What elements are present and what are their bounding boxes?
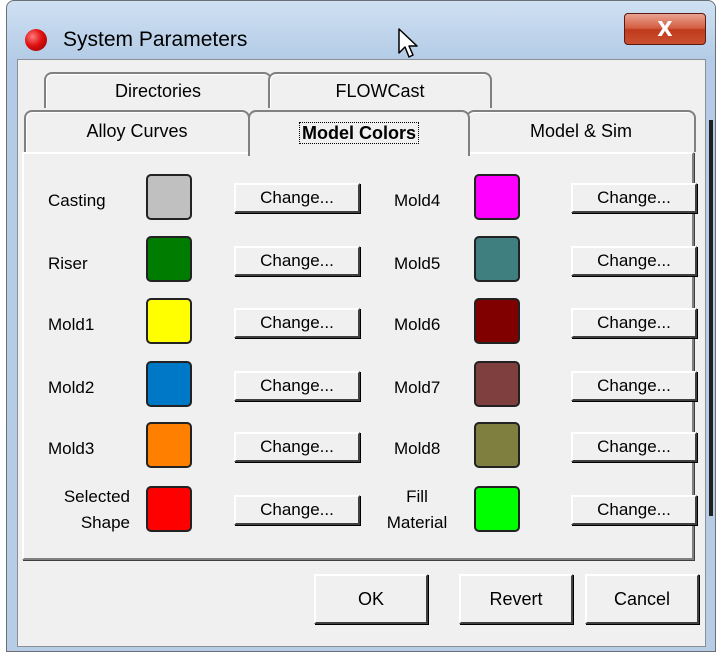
mold2-color-swatch <box>146 361 192 407</box>
selected-shape-color-swatch <box>146 486 192 532</box>
mold1-change-button[interactable]: Change... <box>234 308 360 338</box>
mold7-change-button[interactable]: Change... <box>571 371 697 401</box>
selected-shape-label-line2: Shape <box>80 513 130 532</box>
casting-label: Casting <box>48 191 106 210</box>
riser-change-button[interactable]: Change... <box>234 246 360 276</box>
mold8-color-swatch <box>474 422 520 468</box>
mold2-label: Mold2 <box>48 378 95 397</box>
tab-directories[interactable]: Directories <box>44 72 272 108</box>
mold4-change-button[interactable]: Change... <box>571 183 697 213</box>
close-button[interactable]: X <box>624 13 706 45</box>
mold3-color-swatch <box>146 422 192 468</box>
tab-label: Model Colors <box>298 122 419 144</box>
fill-material-label-line2: Material <box>386 513 448 532</box>
app-icon <box>25 29 47 51</box>
selected-shape-change-button[interactable]: Change... <box>234 495 360 525</box>
fill-material-color-swatch <box>474 486 520 532</box>
ok-button[interactable]: OK <box>314 574 428 624</box>
fill-material-label-line1: Fill <box>406 487 428 506</box>
selected-shape-label: Selected Shape <box>36 486 130 534</box>
mold8-change-button[interactable]: Change... <box>571 432 697 462</box>
tab-model-sim[interactable]: Model & Sim <box>466 110 696 152</box>
tab-edge-shadow <box>709 120 713 516</box>
mouse-cursor-icon <box>398 28 418 58</box>
mold5-change-button[interactable]: Change... <box>571 246 697 276</box>
mold2-change-button[interactable]: Change... <box>234 371 360 401</box>
mold7-color-swatch <box>474 361 520 407</box>
mold4-label: Mold4 <box>394 191 441 210</box>
fill-material-change-button[interactable]: Change... <box>571 495 697 525</box>
cancel-button[interactable]: Cancel <box>585 574 699 624</box>
tab-model-colors[interactable]: Model Colors <box>248 110 470 156</box>
mold5-color-swatch <box>474 236 520 282</box>
tab-flowcast[interactable]: FLOWCast <box>268 72 492 108</box>
mold6-color-swatch <box>474 298 520 344</box>
tab-label: FLOWCast <box>335 81 425 101</box>
tab-label: Alloy Curves <box>86 121 188 141</box>
tab-label: Directories <box>114 81 202 101</box>
mold1-color-swatch <box>146 298 192 344</box>
window-title: System Parameters <box>63 28 248 51</box>
fill-material-label: Fill Material <box>370 486 464 534</box>
mold1-label: Mold1 <box>48 315 95 334</box>
riser-color-swatch <box>146 236 192 282</box>
casting-change-button[interactable]: Change... <box>234 183 360 213</box>
selected-shape-label-line1: Selected <box>63 487 130 506</box>
tab-label: Model & Sim <box>529 121 633 141</box>
mold6-label: Mold6 <box>394 315 441 334</box>
mold5-label: Mold5 <box>394 254 441 273</box>
mold3-label: Mold3 <box>48 439 95 458</box>
mold8-label: Mold8 <box>394 439 441 458</box>
casting-color-swatch <box>146 174 192 220</box>
tab-alloy-curves[interactable]: Alloy Curves <box>24 110 250 152</box>
mold7-label: Mold7 <box>394 378 441 397</box>
revert-button[interactable]: Revert <box>459 574 573 624</box>
mold3-change-button[interactable]: Change... <box>234 432 360 462</box>
mold6-change-button[interactable]: Change... <box>571 308 697 338</box>
mold4-color-swatch <box>474 174 520 220</box>
riser-label: Riser <box>48 254 88 273</box>
